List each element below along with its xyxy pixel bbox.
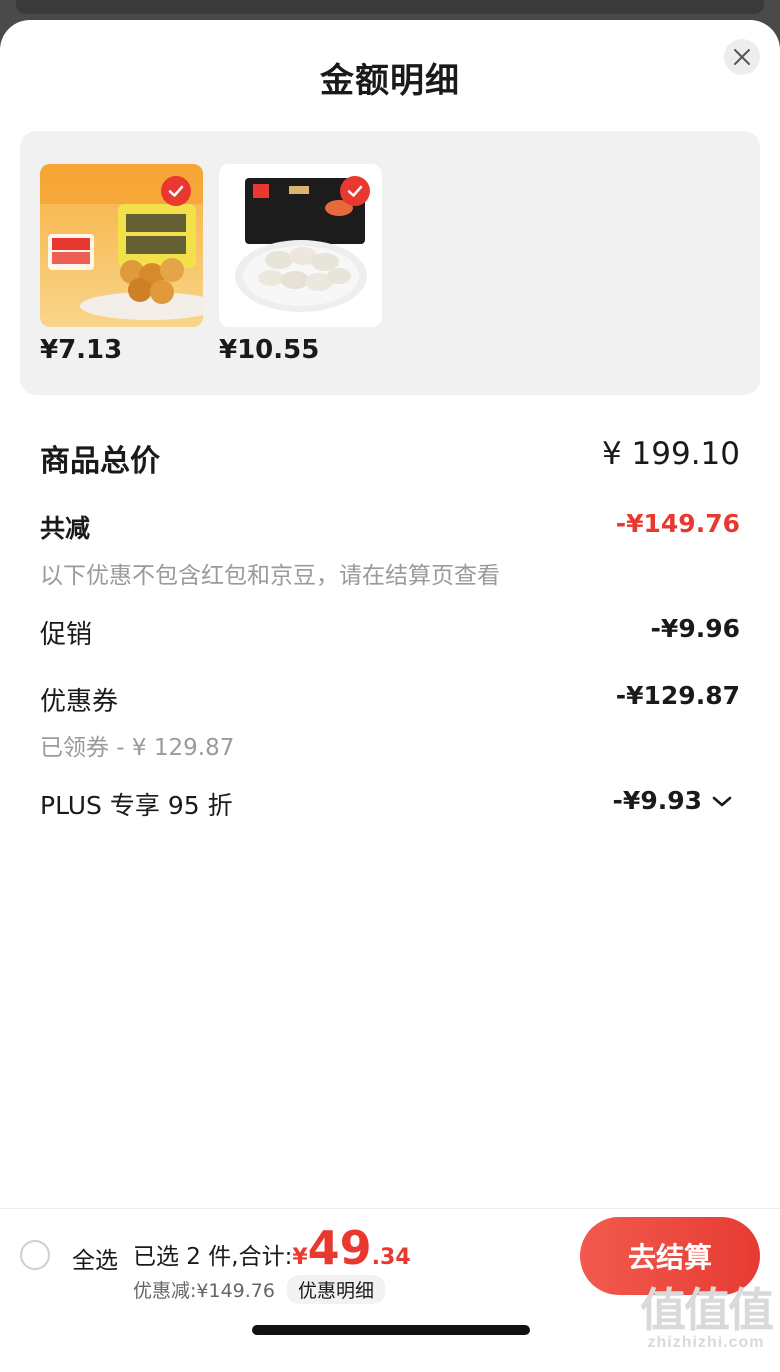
close-icon — [734, 49, 750, 65]
total-price-value: ¥ 199.10 — [601, 436, 740, 472]
discount-line: 优惠减:¥149.76 优惠明细 — [133, 1275, 385, 1304]
total-amount-integer: 49 — [307, 1221, 372, 1275]
total-price-label: 商品总价 — [40, 444, 160, 479]
total-currency: ¥ — [292, 1245, 308, 1270]
checked-badge[interactable] — [161, 176, 191, 206]
sheet-title: 金额明细 — [320, 61, 460, 101]
coupon-note: 已领券 - ¥ 129.87 — [40, 735, 235, 761]
selected-summary: 已选 2 件,合计:¥49.34 — [133, 1221, 411, 1275]
check-icon — [168, 185, 184, 197]
total-amount-decimal: .34 — [371, 1245, 411, 1270]
promotion-value: -¥9.96 — [650, 614, 740, 643]
coupon-row: 优惠券 -¥129.87 — [40, 681, 740, 717]
total-reduction-value: -¥149.76 — [615, 509, 740, 538]
check-icon — [347, 185, 363, 197]
plus-discount-value-wrap: -¥9.93 — [613, 786, 732, 815]
coupon-label: 优惠券 — [40, 687, 119, 717]
watermark-url: zhizhizhi.com — [647, 1334, 765, 1351]
discount-details-button[interactable]: 优惠明细 — [286, 1275, 385, 1304]
select-all-checkbox[interactable] — [20, 1240, 50, 1270]
reduction-note: 以下优惠不包含红包和京豆，请在结算页查看 — [40, 563, 500, 589]
selected-products-panel: ¥7.13 ¥10.55 — [20, 131, 760, 395]
home-indicator — [252, 1325, 530, 1335]
coupon-value: -¥129.87 — [615, 681, 740, 710]
watermark-logo: 值值值 — [640, 1284, 774, 1336]
total-price-row: 商品总价 ¥ 199.10 — [40, 436, 740, 479]
select-all-label[interactable]: 全选 — [72, 1241, 118, 1275]
product-card[interactable]: ¥7.13 — [40, 164, 203, 365]
chevron-down-icon[interactable] — [712, 796, 732, 808]
plus-discount-row[interactable]: PLUS 专享 95 折 -¥9.93 — [40, 786, 740, 822]
discount-text: 优惠减:¥149.76 — [133, 1280, 275, 1302]
product-price: ¥10.55 — [219, 335, 320, 365]
close-button[interactable] — [724, 39, 760, 75]
amount-details-sheet: 金额明细 ¥7.13 ¥10.55 商品总价 ¥ 199.10 共减 -¥149… — [0, 20, 780, 1372]
checked-badge[interactable] — [340, 176, 370, 206]
plus-discount-label: PLUS 专享 95 折 — [40, 791, 233, 820]
total-reduction-label: 共减 — [40, 514, 91, 543]
promotion-row: 促销 -¥9.96 — [40, 614, 740, 650]
background-page-bar — [16, 0, 764, 14]
product-card[interactable]: ¥10.55 — [219, 164, 382, 365]
product-image-fried-dough — [40, 164, 203, 327]
product-price: ¥7.13 — [40, 335, 123, 365]
promotion-label: 促销 — [40, 620, 93, 650]
watermark: 值值值 zhizhizhi.com — [640, 1284, 774, 1352]
selected-count-text: 已选 2 件,合计: — [133, 1244, 293, 1270]
plus-discount-value: -¥9.93 — [612, 786, 702, 815]
total-reduction-row: 共减 -¥149.76 — [40, 509, 740, 545]
product-image-shrimp-dumplings — [219, 164, 382, 327]
